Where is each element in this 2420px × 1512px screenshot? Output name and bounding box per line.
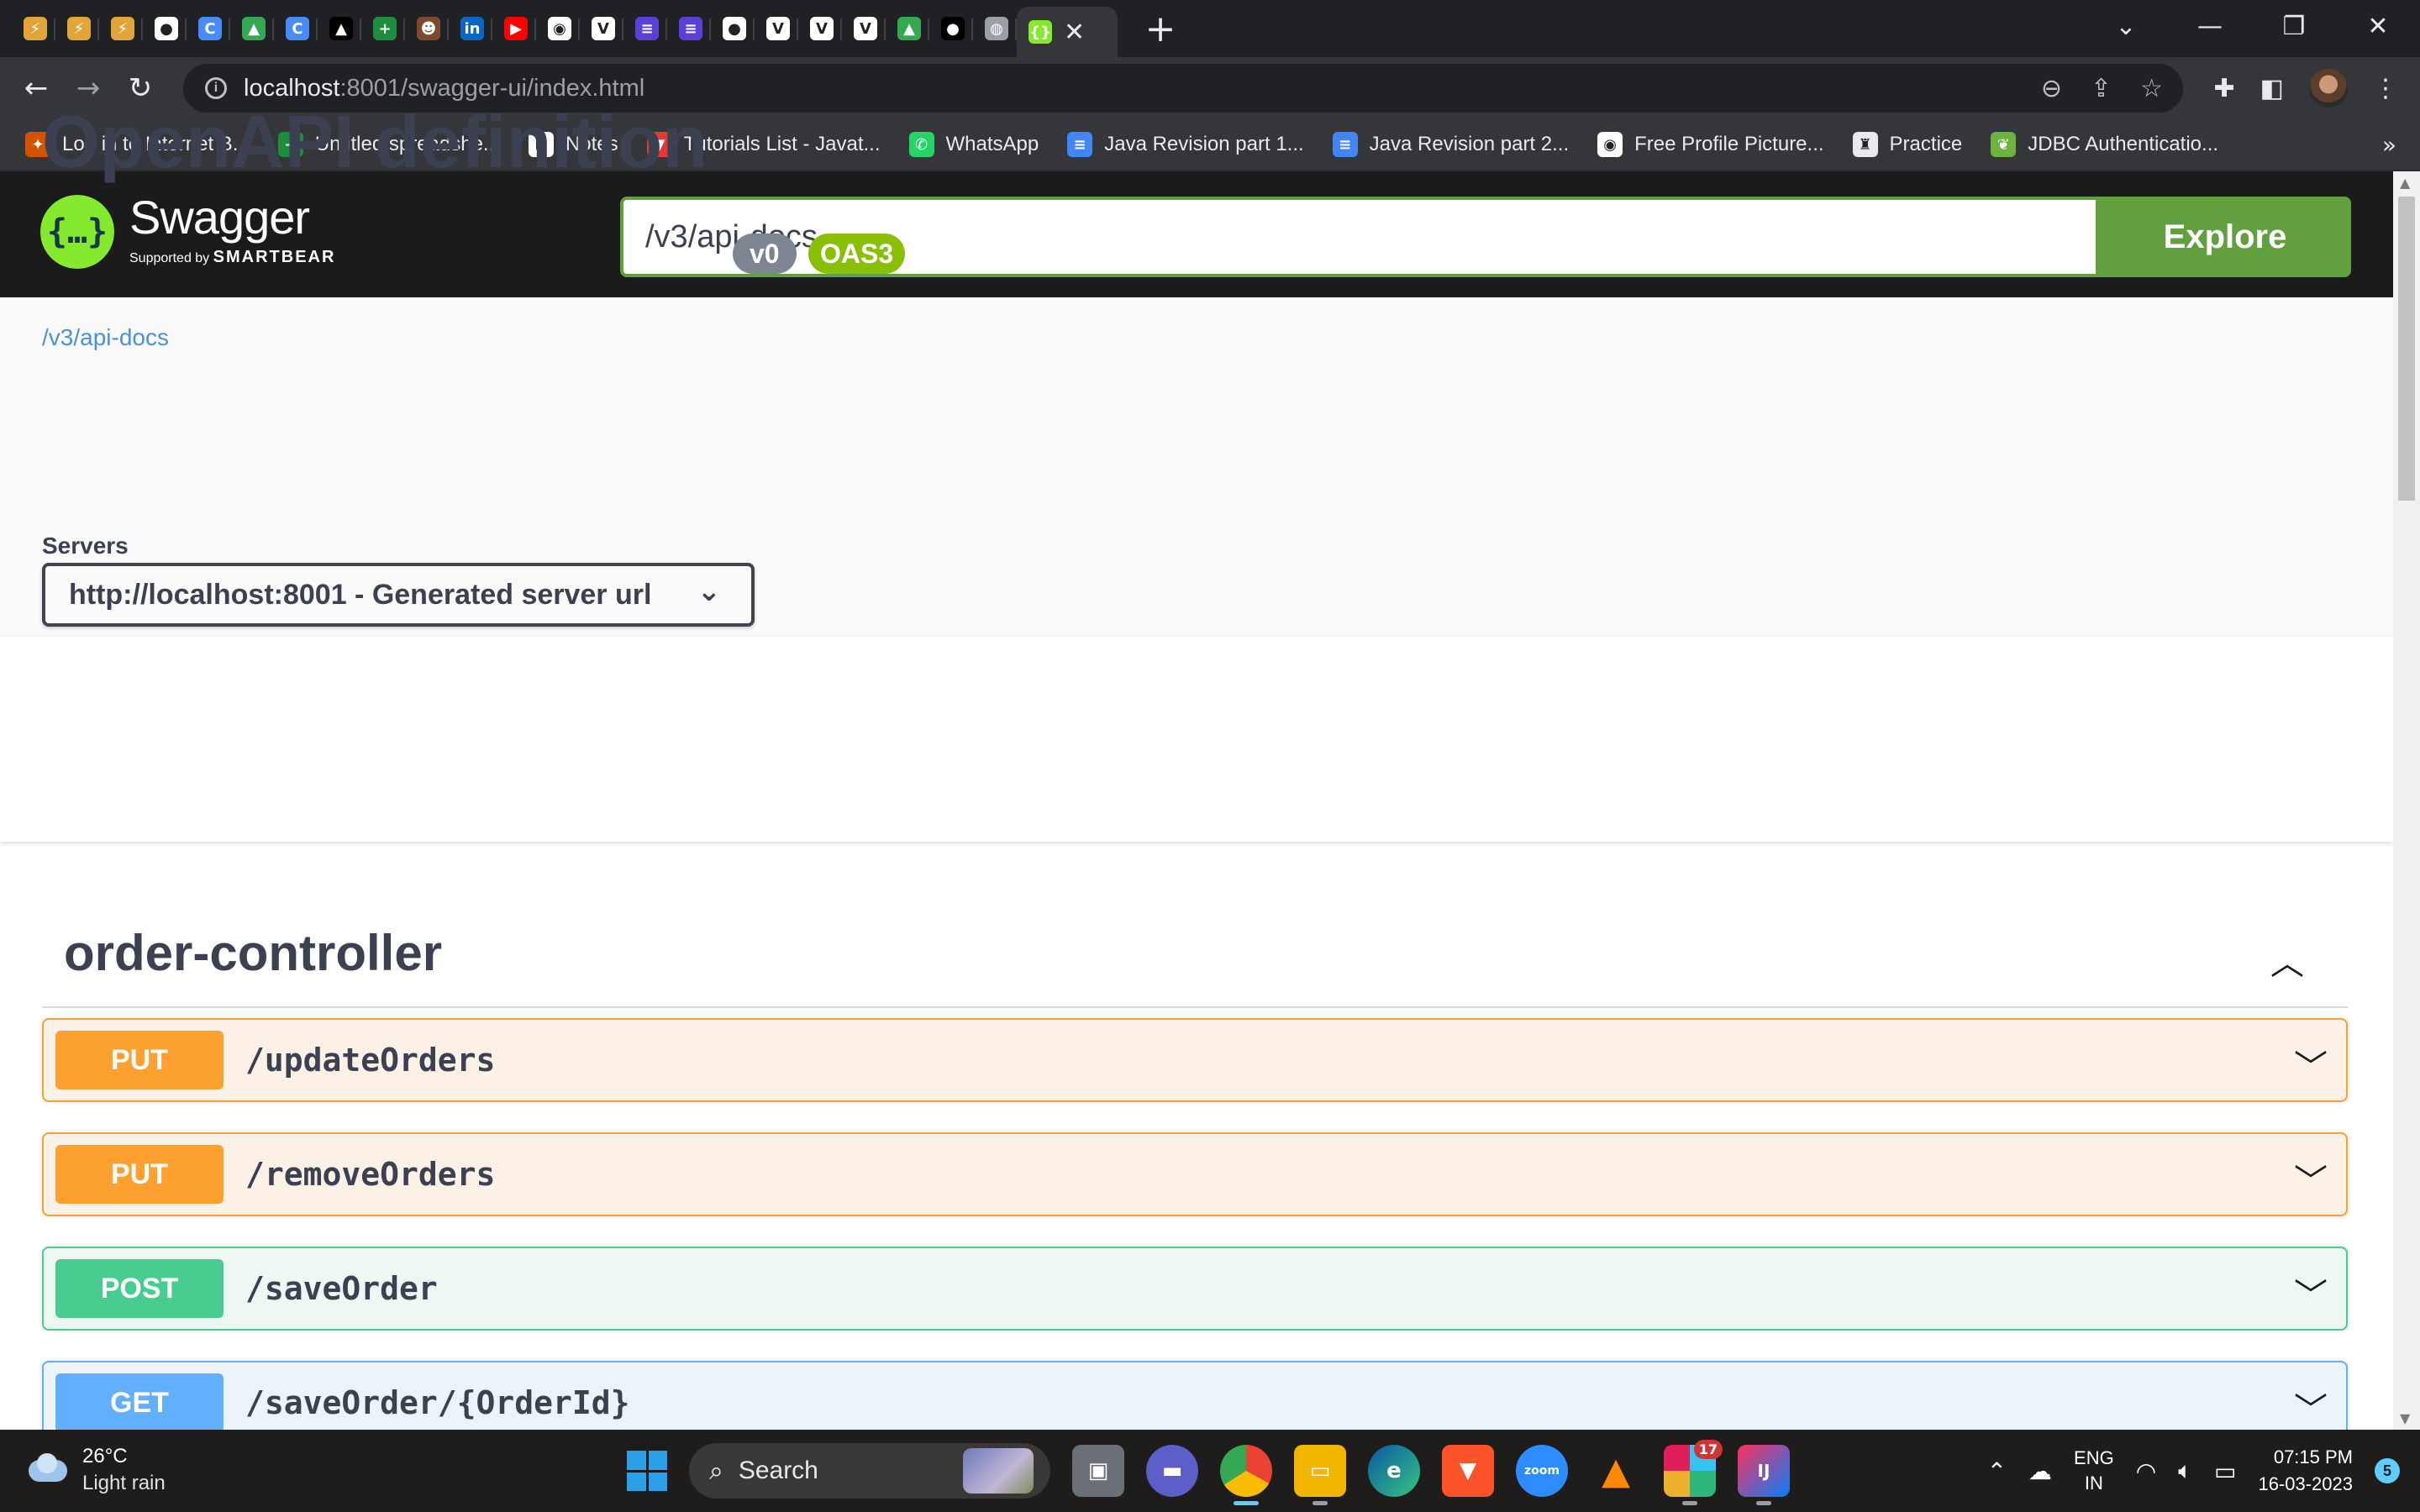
- operation-post[interactable]: POST/saveOrder ﹀: [42, 1247, 2348, 1331]
- chevron-down-icon[interactable]: ﹀: [2294, 1268, 2328, 1317]
- operation-path: /removeOrders: [245, 1156, 496, 1193]
- search-highlight-image: [963, 1448, 1034, 1494]
- teams-chat-icon[interactable]: ▬: [1146, 1445, 1198, 1497]
- zoom-icon[interactable]: zoom: [1516, 1445, 1568, 1497]
- cloud-rain-icon: [25, 1453, 71, 1487]
- brave-icon[interactable]: ▼: [1442, 1445, 1494, 1497]
- chevron-down-icon[interactable]: ﹀: [2294, 1154, 2328, 1203]
- volume-icon[interactable]: 🔈︎: [2178, 1457, 2192, 1485]
- notification-badge[interactable]: 5: [2375, 1458, 2400, 1483]
- http-method-badge: GET: [55, 1373, 224, 1430]
- vlc-icon[interactable]: ▲: [1590, 1445, 1642, 1497]
- slack-badge: 17: [1693, 1440, 1723, 1459]
- http-method-badge: PUT: [55, 1145, 224, 1204]
- operations-list: PUT/updateOrders ﹀ PUT/removeOrders ﹀ POST/s…: [0, 0, 2393, 1430]
- intellij-icon[interactable]: IJ: [1738, 1445, 1790, 1505]
- onedrive-cloud-icon[interactable]: ☁: [2028, 1457, 2052, 1485]
- operation-get[interactable]: GET/saveOrder/{OrderId} ﹀: [42, 1361, 2348, 1430]
- weather-temperature: 26°C: [82, 1445, 128, 1467]
- http-method-badge: PUT: [55, 1031, 224, 1089]
- battery-icon[interactable]: ▭: [2214, 1457, 2236, 1485]
- operation-put[interactable]: PUT/updateOrders ﹀: [42, 1018, 2348, 1102]
- system-tray: ⌃ ☁ ENG IN ◠ 🔈︎ ▭ 07:15 PM 16-03-2023 5: [1987, 1430, 2420, 1512]
- slack-icon[interactable]: 17: [1664, 1440, 1723, 1505]
- operation-path: /saveOrder: [245, 1270, 438, 1307]
- operation-path: /updateOrders: [245, 1042, 496, 1079]
- wifi-icon[interactable]: ◠: [2136, 1457, 2156, 1485]
- search-label: Search: [738, 1457, 818, 1484]
- chevron-down-icon[interactable]: ﹀: [2294, 1040, 2328, 1089]
- http-method-badge: POST: [55, 1259, 224, 1318]
- screen: ⚡Pr⚡Sy⚡M●GCBl▲MCBl▲H+B☻Min(2▶(1◉FrVA≡R≡A…: [0, 0, 2420, 1512]
- windows-start-icon[interactable]: [627, 1451, 667, 1491]
- task-view-icon[interactable]: ▣: [1072, 1445, 1124, 1497]
- page-scrollbar[interactable]: ▲ ▼: [2393, 171, 2420, 1430]
- operation-path: /saveOrder/{OrderId}: [245, 1384, 630, 1421]
- taskbar-search[interactable]: ⌕ Search: [689, 1443, 1050, 1499]
- operation-put[interactable]: PUT/removeOrders ﹀: [42, 1132, 2348, 1216]
- edge-icon[interactable]: e: [1368, 1445, 1420, 1497]
- chevron-down-icon[interactable]: ﹀: [2294, 1383, 2328, 1430]
- search-icon: ⌕: [709, 1456, 723, 1486]
- taskbar-apps: ⌕ Search ▣ ▬ ▭ e ▼ zoom ▲ 17 IJ: [627, 1430, 1790, 1512]
- scroll-down-icon[interactable]: ▼: [2400, 1410, 2410, 1426]
- scroll-thumb[interactable]: [2398, 197, 2415, 501]
- scroll-up-icon[interactable]: ▲: [2400, 175, 2410, 191]
- clock[interactable]: 07:15 PM 16-03-2023: [2258, 1444, 2353, 1498]
- language-indicator[interactable]: ENG IN: [2074, 1446, 2114, 1496]
- file-explorer-icon[interactable]: ▭: [1294, 1445, 1346, 1505]
- weather-widget[interactable]: 26°C Light rain: [25, 1445, 166, 1495]
- weather-description: Light rain: [82, 1472, 166, 1494]
- chrome-icon[interactable]: [1220, 1445, 1272, 1505]
- windows-taskbar: 26°C Light rain ⌕ Search ▣ ▬ ▭ e ▼ zoom …: [0, 1430, 2420, 1512]
- chevron-up-icon[interactable]: ⌃: [1987, 1457, 2007, 1485]
